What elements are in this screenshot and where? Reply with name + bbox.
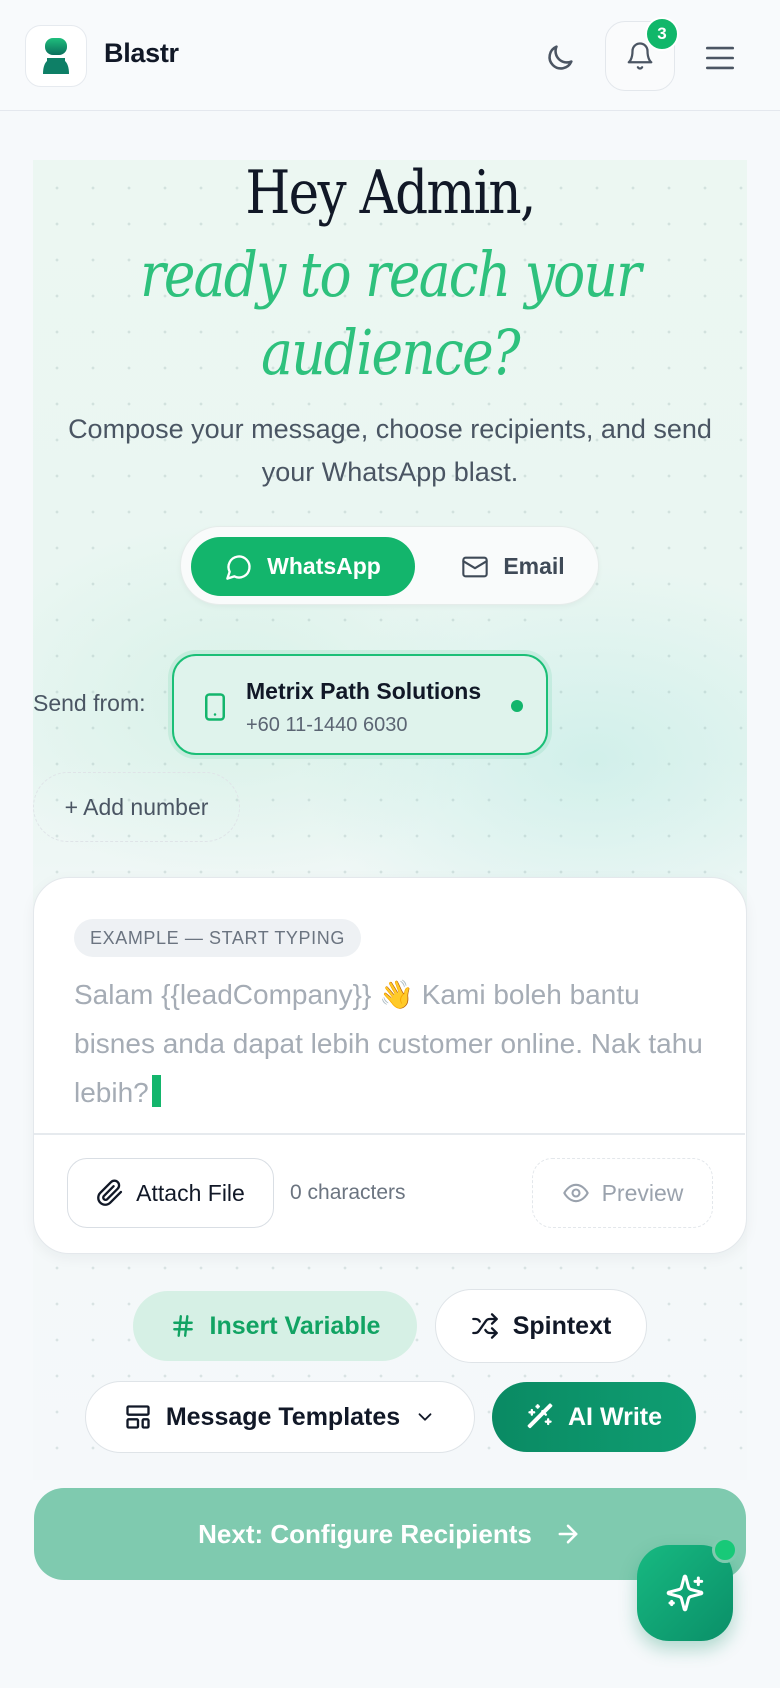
wand-sparkles-icon [527,1403,553,1429]
next-label: Next: Configure Recipients [198,1518,532,1549]
fab-status-dot [712,1537,738,1563]
moon-icon [548,45,573,70]
ai-write-label: AI Write [568,1402,662,1431]
channel-toggle: WhatsApp Email [180,526,599,605]
insert-variable-label: Insert Variable [209,1311,381,1340]
tagline-line-1: ready to reach your [140,238,642,311]
hash-icon [172,1315,193,1337]
layout-template-icon [126,1405,150,1429]
app-title: Blastr [104,38,179,68]
mail-icon [462,556,489,577]
channel-whatsapp-label: WhatsApp [267,553,381,579]
notification-count-badge: 3 [645,17,679,51]
sender-status-dot [511,700,523,712]
message-templates-label: Message Templates [165,1402,401,1431]
channel-email-button[interactable]: Email [443,537,583,596]
add-number-button[interactable]: + Add number [33,772,240,842]
greeting-heading: Hey Admin, [245,158,536,228]
preview-label: Preview [601,1179,684,1206]
logo-icon[interactable] [25,25,87,87]
message-input[interactable]: Salam {{leadCompany}} 👋 Kami boleh bantu… [74,970,714,1117]
composer-divider [34,1133,745,1135]
example-chip: EXAMPLE — START TYPING [74,919,361,957]
message-placeholder: Salam {{leadCompany}} 👋 Kami boleh bantu… [74,979,703,1108]
ai-write-button[interactable]: AI Write [492,1382,696,1452]
character-count: 0 characters [290,1181,406,1204]
paperclip-icon [97,1179,123,1206]
message-composer: EXAMPLE — START TYPING Salam {{leadCompa… [33,877,747,1254]
top-header: Blastr 3 [0,0,780,111]
tagline-heading: ready to reach your audience? [55,236,726,392]
sender-name: Metrix Path Solutions [246,678,482,704]
text-caret [151,1075,161,1107]
attach-file-label: Attach File [136,1179,245,1206]
spintext-button[interactable]: Spintext [435,1289,647,1363]
eye-icon [562,1183,589,1203]
message-circle-icon [226,554,251,580]
chevron-down-icon [418,1413,432,1421]
attach-file-button[interactable]: Attach File [67,1158,274,1228]
send-from-label: Send from: [33,690,146,716]
channel-email-label: Email [503,553,565,579]
spintext-label: Spintext [512,1311,612,1340]
tagline-line-2: audience? [261,316,520,389]
smartphone-icon [200,690,230,729]
preview-button[interactable]: Preview [532,1158,713,1228]
sender-phone: +60 11-1440 6030 [246,714,408,736]
insert-variable-button[interactable]: Insert Variable [133,1291,417,1361]
menu-button[interactable] [698,36,742,80]
menu-icon [705,46,735,70]
sparkles-icon [666,1574,704,1612]
shuffle-icon [471,1313,498,1339]
channel-whatsapp-button[interactable]: WhatsApp [191,537,415,596]
message-templates-dropdown[interactable]: Message Templates [85,1381,475,1453]
arrow-right-icon [558,1524,578,1544]
theme-toggle-button[interactable] [538,36,582,80]
sender-number-card[interactable]: Metrix Path Solutions +60 11-1440 6030 [172,654,548,755]
hero-subtitle: Compose your message, choose recipients,… [68,414,712,487]
